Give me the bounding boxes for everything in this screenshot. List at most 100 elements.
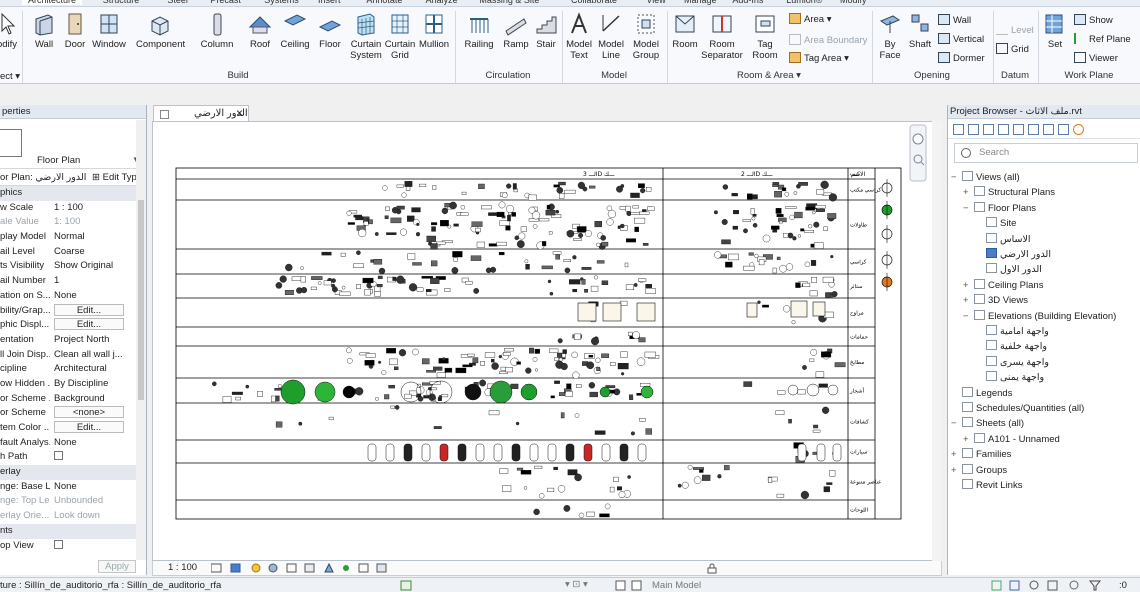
browser-item[interactable]: الاساس xyxy=(975,232,1031,245)
view-scrollbar[interactable] xyxy=(932,121,942,561)
selection-options-icons[interactable] xyxy=(990,579,1140,592)
thin-lines-icon[interactable] xyxy=(1043,124,1054,135)
area-dropdown[interactable]: Area ▾ xyxy=(789,13,831,25)
model-text-button[interactable]: Model Text xyxy=(564,11,594,61)
ceiling-button[interactable]: Ceiling xyxy=(278,11,312,50)
wall-button[interactable]: Wall xyxy=(30,11,58,50)
view-tab-ground-floor[interactable]: الدور الارضي × xyxy=(153,105,249,122)
instance-filter-dropdown[interactable]: or Plan: الدور الارضي xyxy=(0,172,86,183)
property-value[interactable]: None xyxy=(54,436,134,451)
property-value[interactable]: Look down xyxy=(54,509,134,524)
close-icon[interactable]: × xyxy=(236,106,243,120)
expand-icon[interactable]: + xyxy=(951,449,962,460)
column-button[interactable]: Column xyxy=(200,11,234,50)
tag-area-dropdown[interactable]: Tag Area ▾ xyxy=(789,52,849,64)
property-value[interactable]: Show Original xyxy=(54,259,134,274)
property-value[interactable]: Background xyxy=(54,392,134,407)
ribbon-tab-annotate[interactable]: Annotate xyxy=(366,0,402,5)
property-edit-button[interactable]: Edit... xyxy=(54,421,134,436)
grid-button[interactable]: Grid xyxy=(996,43,1029,55)
model-group-button[interactable]: Model Group xyxy=(630,11,662,61)
ribbon-tab-insert[interactable]: Insert xyxy=(318,0,341,5)
ribbon-tab-manage[interactable]: Manage xyxy=(684,0,717,5)
browser-item[interactable]: + A101 - Unnamed xyxy=(963,432,1060,445)
switch-windows-icon[interactable] xyxy=(1073,124,1084,135)
tag-room-button[interactable]: Tag Room xyxy=(750,11,780,61)
browser-item[interactable]: Legends xyxy=(951,386,1012,399)
room-button[interactable]: Room xyxy=(670,11,700,50)
property-value[interactable]: By Discipline xyxy=(54,377,134,392)
browser-item[interactable]: واجهة خلفية xyxy=(975,340,1047,352)
by-face-button[interactable]: By Face xyxy=(876,11,904,61)
model-icons[interactable] xyxy=(615,580,645,591)
expand-icon[interactable]: + xyxy=(951,465,962,476)
browser-item[interactable]: واجهة امامية xyxy=(975,325,1049,337)
edit-button[interactable]: Edit... xyxy=(54,303,124,316)
property-group-header[interactable]: phics xyxy=(0,186,146,201)
checkbox[interactable] xyxy=(54,451,63,461)
design-options-icon[interactable]: ▾ ⊡ ▾ xyxy=(565,579,588,590)
level-button[interactable]: Level xyxy=(996,24,1034,36)
floor-button[interactable]: Floor xyxy=(316,11,344,50)
section-icon[interactable] xyxy=(983,124,994,135)
room-separator-button[interactable]: Room Separator xyxy=(700,11,744,61)
ribbon-tab-collaborate[interactable]: Collaborate xyxy=(571,0,617,5)
edit-button[interactable]: Edit... xyxy=(54,421,124,433)
main-model-dropdown[interactable]: Main Model xyxy=(652,580,701,591)
browser-item[interactable]: − Sheets (all) xyxy=(951,417,1024,429)
ribbon-tab-massing-site[interactable]: Massing & Site xyxy=(479,0,539,5)
curtain-system-button[interactable]: Curtain System xyxy=(348,11,384,61)
ribbon-tab-view[interactable]: View xyxy=(646,0,665,5)
view-scale[interactable]: 1 : 100 xyxy=(168,562,197,573)
modify-button[interactable]: odify xyxy=(0,11,18,50)
browser-item[interactable]: واجهة يمنى xyxy=(975,371,1044,383)
ribbon-tab-steel[interactable]: Steel xyxy=(167,0,188,5)
browser-search-input[interactable]: Search xyxy=(954,143,1138,163)
ribbon-tab-structure[interactable]: Structure xyxy=(103,0,140,5)
property-group-header[interactable]: erlay xyxy=(0,465,146,480)
curtain-grid-button[interactable]: Curtain Grid xyxy=(384,11,416,61)
browser-item[interactable]: واجهة يسرى xyxy=(975,355,1049,368)
edit-button[interactable]: Edit... xyxy=(54,318,124,331)
drawing-canvas[interactable]: الـــ 3D ـــك الـــ 2D ـــك الاسم كنب كراسي … xyxy=(152,121,942,561)
property-group-header[interactable]: nts xyxy=(0,523,146,539)
door-button[interactable]: Door xyxy=(62,11,88,50)
worksets-icon[interactable] xyxy=(400,580,412,591)
ribbon-tab-add-ins[interactable]: Add-Ins xyxy=(732,0,763,5)
property-edit-button[interactable]: <none> xyxy=(54,406,134,421)
area-boundary-button[interactable]: Area Boundary xyxy=(789,34,867,46)
roof-button[interactable]: Roof xyxy=(246,11,274,50)
railing-button[interactable]: Railing xyxy=(462,11,496,50)
property-checkbox[interactable] xyxy=(54,450,134,465)
view-control-icons[interactable] xyxy=(211,563,401,574)
edit-type-button[interactable]: ⊞ Edit Type xyxy=(92,172,142,183)
home-icon[interactable] xyxy=(953,124,964,135)
component-button[interactable]: Component xyxy=(136,11,185,50)
browser-item[interactable]: الدور الاول xyxy=(975,263,1042,275)
property-edit-button[interactable]: Edit... xyxy=(54,303,134,319)
mullion-button[interactable]: Mullion xyxy=(418,11,450,50)
property-value[interactable]: 1 xyxy=(54,274,134,289)
close-hidden-icon[interactable] xyxy=(1058,124,1069,135)
property-value[interactable]: Architectural xyxy=(54,362,134,377)
set-button[interactable]: Set xyxy=(1042,11,1068,50)
show-button[interactable]: Show xyxy=(1074,14,1113,26)
property-edit-button[interactable]: Edit... xyxy=(54,318,134,333)
select-dropdown[interactable]: ect ▾ xyxy=(0,71,20,82)
browser-item[interactable]: Site xyxy=(975,217,1016,229)
collapse-icon[interactable]: − xyxy=(963,203,974,214)
apply-button[interactable]: Apply xyxy=(98,560,136,573)
browser-item[interactable]: Revit Links xyxy=(951,479,1022,491)
property-value[interactable]: None xyxy=(54,480,134,495)
model-line-button[interactable]: Model Line xyxy=(596,11,626,61)
ribbon-tab-architecture[interactable]: Architecture xyxy=(22,0,83,5)
ramp-button[interactable]: Ramp xyxy=(502,11,530,50)
window-button[interactable]: Window xyxy=(92,11,126,50)
ribbon-tab-precast[interactable]: Precast xyxy=(210,0,241,5)
checkbox[interactable] xyxy=(54,539,63,549)
3d-view-icon[interactable] xyxy=(968,124,979,135)
property-value[interactable]: Normal xyxy=(54,230,134,245)
browser-item[interactable]: Schedules/Quantities (all) xyxy=(951,402,1084,414)
lock-icon[interactable] xyxy=(707,563,717,574)
collapse-icon[interactable]: − xyxy=(963,311,974,322)
